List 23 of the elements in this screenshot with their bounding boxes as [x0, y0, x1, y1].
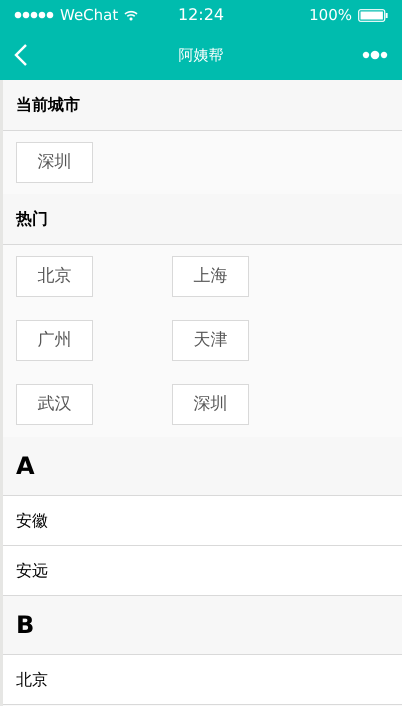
city-button[interactable]: 深圳 — [16, 142, 93, 183]
status-time: 12:24 — [176, 4, 226, 26]
section-title: 当前城市 — [16, 94, 80, 116]
index-letter: A — [16, 451, 35, 482]
city-button[interactable]: 广州 — [16, 320, 93, 361]
battery-percent: 100% — [309, 4, 352, 26]
battery-icon — [358, 8, 388, 22]
page-title: 阿姨帮 — [178, 44, 224, 66]
index-letter: B — [16, 610, 34, 641]
city-row[interactable]: 安徽 — [3, 496, 402, 546]
back-icon — [14, 43, 28, 67]
city-row[interactable]: 北京 — [3, 655, 402, 705]
more-icon — [362, 50, 388, 60]
wifi-icon — [124, 10, 138, 20]
section-title: 热门 — [16, 208, 48, 230]
signal-icon — [14, 11, 54, 19]
city-row[interactable]: 安远 — [3, 546, 402, 596]
carrier-name: WeChat — [60, 4, 118, 26]
city-button[interactable]: 天津 — [172, 320, 249, 361]
city-button[interactable]: 上海 — [172, 256, 249, 297]
city-button[interactable]: 北京 — [16, 256, 93, 297]
city-button[interactable]: 深圳 — [172, 384, 249, 425]
city-button[interactable]: 武汉 — [16, 384, 93, 425]
